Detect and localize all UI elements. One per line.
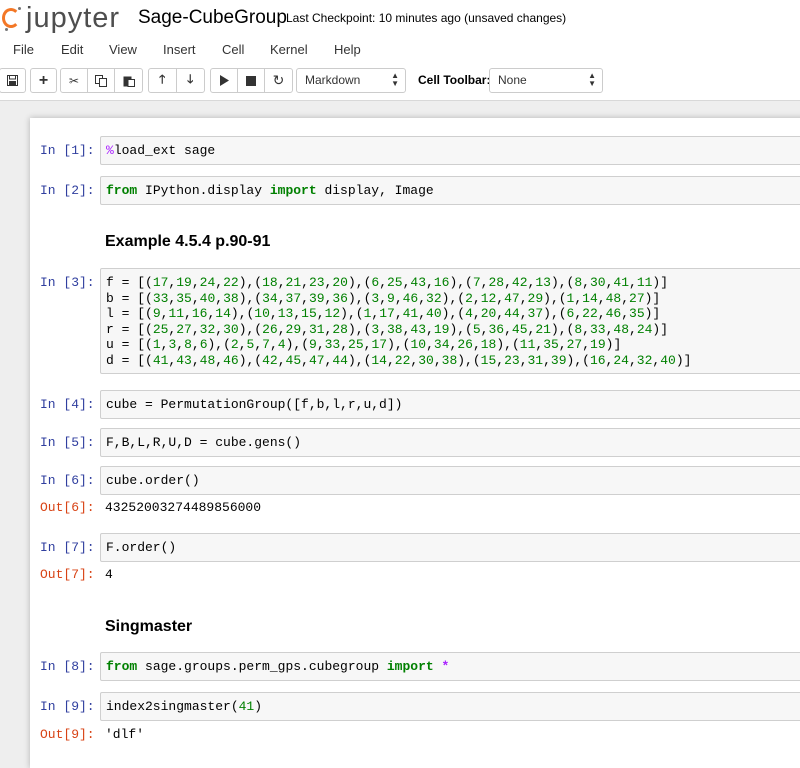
cell-6-out-prompt: Out[6]: <box>40 500 95 515</box>
cell-3-prompt: In [3]: <box>40 275 95 290</box>
cell-5-prompt: In [5]: <box>40 435 95 450</box>
cell-toolbar-select[interactable]: None ▲ ▼ <box>489 68 603 93</box>
cell-1-prompt: In [1]: <box>40 143 95 158</box>
cell-8-prompt: In [8]: <box>40 659 95 674</box>
cell-7-out-prompt: Out[7]: <box>40 567 95 582</box>
copy-icon <box>95 74 107 87</box>
checkpoint-status: Last Checkpoint: 10 minutes ago (unsaved… <box>286 11 567 25</box>
toolbar: + ✂ 🡑 🡓 ↻ Markdown ▲ ▼ Cell Toolbar: Non… <box>0 66 800 96</box>
stop-icon <box>246 75 256 86</box>
notebook-container: In [1]: %load_ext sage In [2]: from IPyt… <box>30 118 800 768</box>
cut-button[interactable]: ✂ <box>61 69 88 92</box>
insert-group: + <box>30 68 57 93</box>
cell-2-prompt: In [2]: <box>40 183 95 198</box>
stop-button[interactable] <box>238 69 265 92</box>
cell-toolbar-label: Cell Toolbar: <box>418 73 491 87</box>
menu-insert[interactable]: Insert <box>163 42 196 57</box>
move-group: 🡑 🡓 <box>148 68 205 93</box>
move-up-button[interactable]: 🡑 <box>149 69 177 92</box>
cell-7-input[interactable]: F.order() <box>100 533 800 562</box>
notebook-title[interactable]: Sage-CubeGroup <box>138 7 287 29</box>
cell-3-input[interactable]: f = [(17,19,24,22),(18,21,23,20),(6,25,4… <box>100 268 800 374</box>
plus-icon: + <box>38 71 49 89</box>
cell-2-input[interactable]: from IPython.display import display, Ima… <box>100 176 800 205</box>
copy-button[interactable] <box>88 69 115 92</box>
cell-9-out-prompt: Out[9]: <box>40 727 95 742</box>
cell-4-input[interactable]: cube = PermutationGroup([f,b,l,r,u,d]) <box>100 390 800 419</box>
menubar: File Edit View Insert Cell Kernel Help <box>0 37 800 63</box>
scissors-icon: ✂ <box>68 73 80 88</box>
save-button[interactable] <box>0 69 25 92</box>
menu-edit[interactable]: Edit <box>61 42 83 57</box>
cell-6-output: 43252003274489856000 <box>105 500 262 515</box>
jupyter-logo[interactable]: jupyter <box>0 2 120 34</box>
jupyter-logo-icon <box>2 4 24 32</box>
logo-text: jupyter <box>26 2 121 34</box>
insert-cell-button[interactable]: + <box>31 69 56 92</box>
notebook-header: jupyter Sage-CubeGroup Last Checkpoint: … <box>0 0 800 101</box>
cell-9-prompt: In [9]: <box>40 699 95 714</box>
cell-5-input[interactable]: F,B,L,R,U,D = cube.gens() <box>100 428 800 457</box>
clipboard-icon <box>123 76 135 87</box>
menu-view[interactable]: View <box>109 42 137 57</box>
paste-button[interactable] <box>115 69 142 92</box>
edit-group: ✂ <box>60 68 143 93</box>
cell-9-input[interactable]: index2singmaster(41) <box>100 692 800 721</box>
play-icon <box>220 75 229 86</box>
markdown-heading-example: Example 4.5.4 p.90-91 <box>105 233 271 250</box>
restart-button[interactable]: ↻ <box>265 69 292 92</box>
menu-kernel[interactable]: Kernel <box>270 42 308 57</box>
select-arrows-icon: ▲ ▼ <box>588 71 596 88</box>
cell-6-input[interactable]: cube.order() <box>100 466 800 495</box>
refresh-icon: ↻ <box>272 72 285 88</box>
arrow-up-icon: 🡑 <box>159 72 166 86</box>
cell-6-prompt: In [6]: <box>40 473 95 488</box>
cell-7-prompt: In [7]: <box>40 540 95 555</box>
save-group <box>0 68 26 93</box>
run-group: ↻ <box>210 68 293 93</box>
cell-type-select[interactable]: Markdown ▲ ▼ <box>296 68 406 93</box>
cell-toolbar-value: None <box>498 73 527 87</box>
menu-file[interactable]: File <box>13 42 34 57</box>
arrow-down-icon: 🡓 <box>187 72 194 86</box>
cell-8-input[interactable]: from sage.groups.perm_gps.cubegroup impo… <box>100 652 800 681</box>
header-top: jupyter Sage-CubeGroup Last Checkpoint: … <box>0 0 800 36</box>
select-arrows-icon: ▲ ▼ <box>391 71 399 88</box>
menu-help[interactable]: Help <box>334 42 361 57</box>
cell-4-prompt: In [4]: <box>40 397 95 412</box>
run-button[interactable] <box>211 69 238 92</box>
menu-cell[interactable]: Cell <box>222 42 244 57</box>
cell-9-output: 'dlf' <box>105 727 145 742</box>
cell-7-output: 4 <box>105 567 113 582</box>
cell-type-value: Markdown <box>305 73 361 87</box>
move-down-button[interactable]: 🡓 <box>177 69 204 92</box>
markdown-heading-singmaster: Singmaster <box>105 618 193 635</box>
cell-1-input[interactable]: %load_ext sage <box>100 136 800 165</box>
floppy-icon <box>7 75 18 86</box>
